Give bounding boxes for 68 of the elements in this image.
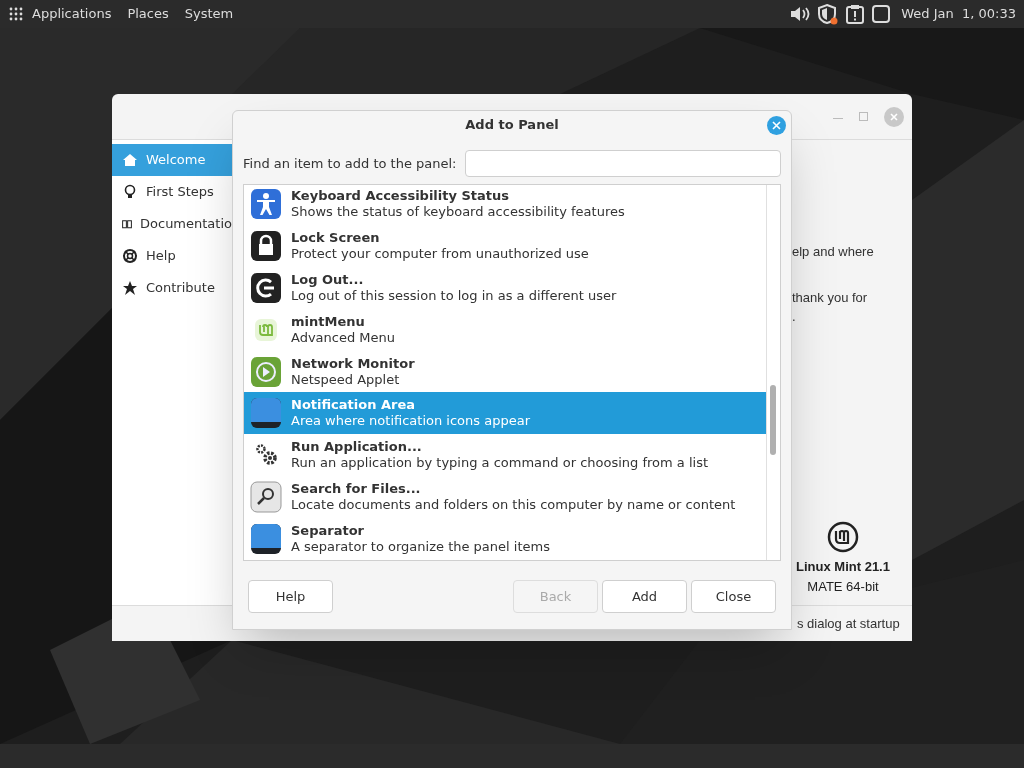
item-name: Keyboard Accessibility Status [291,187,511,204]
search-label: Find an item to add to the panel: [243,154,457,173]
mint-logo [827,521,859,553]
item-description: Protect your computer from unauthorized use [291,245,589,262]
close-button[interactable] [767,116,786,135]
dialog-button[interactable]: Add [602,580,687,613]
item-name: Lock Screen [291,229,381,246]
dialog-title: Add to Panel [465,116,559,135]
item-description: Run an application by typing a command or choosing from a list [291,455,709,472]
item-name: Log Out... [291,271,365,288]
panel-icon [250,397,282,430]
item-name: Run Application... [291,439,423,456]
list-item[interactable]: mintMenu Advanced Menu [244,308,766,351]
os-name: Linux Mint 21.1 [796,558,890,576]
clipboard-alert-icon[interactable] [845,4,866,24]
item-name: Search for Files... [291,481,422,498]
item-description: A separator to organize the panel items [291,539,550,556]
menu-item[interactable]: System [184,4,234,24]
item-name: Notification Area [291,397,417,414]
dialog-button[interactable]: Help [248,580,333,613]
item-name: Network Monitor [291,355,415,372]
list-item[interactable]: Separator A separator to organize the panel items [244,518,766,560]
sidebar-item[interactable]: First Steps [112,176,232,208]
menu-item[interactable]: Applications [32,4,112,24]
sidebar-item[interactable]: Contribute [112,272,232,304]
search-icon [250,481,282,514]
os-edition: MATE 64-bit [807,577,879,596]
list-item[interactable]: Lock Screen Protect your computer from unauthorized use [244,224,766,267]
close-icon [772,121,781,130]
list-item[interactable]: Keyboard Accessibility Status Shows the status of keyboard accessibility features [244,185,766,225]
volume-icon[interactable] [789,5,812,23]
scrollbar-thumb[interactable] [770,385,776,455]
close-button[interactable] [884,106,904,127]
clock[interactable]: Wed Jan 1, 00:33 [901,4,1016,24]
item-name: Separator [291,523,365,540]
item-description: Netspeed Applet [291,371,401,388]
list-item[interactable]: Run Application... Run an application by typing a command or choosing from a list [244,434,766,477]
body-text: . [792,308,797,326]
item-description: Log out of this session to log in as a different user [291,287,617,304]
item-description: Locate documents and folders on this computer by name or content [291,497,736,514]
search-field[interactable] [464,150,781,177]
maximize-button[interactable] [859,112,868,121]
shield-icon[interactable] [817,3,840,25]
lock-icon [250,229,282,262]
power-icon [250,271,282,304]
body-text: elp and where [792,243,874,261]
item-name: mintMenu [291,313,366,330]
star-icon [122,280,138,296]
startup-option-label: s dialog at startup [797,614,900,633]
body-text: thank you for [792,288,869,307]
home-icon [122,152,138,168]
window-icon[interactable] [871,4,892,24]
dialog-button[interactable]: Close [691,580,776,613]
sidebar-item[interactable]: Help [112,240,232,272]
lightbulb-icon [122,184,138,200]
item-description: Area where notification icons appear [291,413,530,430]
list-item[interactable]: Network Monitor Netspeed Applet [244,350,766,393]
item-description: Advanced Menu [291,329,396,346]
sidebar-item[interactable]: Documentatio [112,208,232,240]
list-item[interactable]: Search for Files... Locate documents and folders on this computer by name or content [244,476,766,519]
list-item[interactable]: Log Out... Log out of this session to log in as a different user [244,266,766,309]
accessibility-icon [250,187,282,220]
item-description: Shows the status of keyboard accessibility features [291,203,625,220]
close-icon [889,111,899,122]
panel-icon [250,523,282,556]
lifebuoy-icon [122,248,138,264]
apps-grid-icon[interactable] [8,6,24,22]
menu-item[interactable]: Places [127,4,169,24]
